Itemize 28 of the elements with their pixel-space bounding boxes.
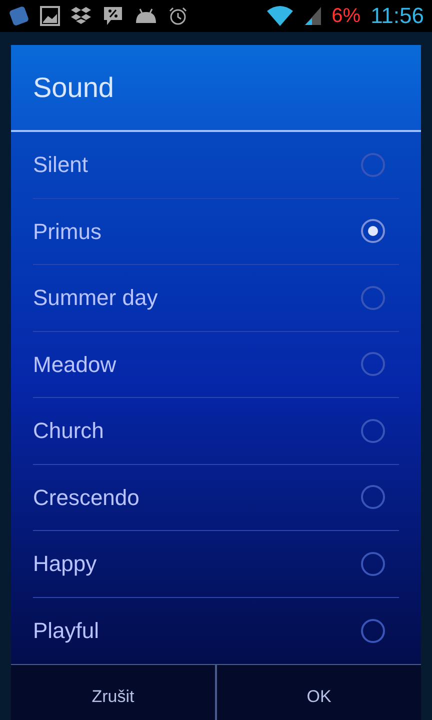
- ok-button[interactable]: OK: [215, 665, 421, 720]
- signal-icon: [304, 6, 322, 26]
- radio-button[interactable]: [361, 618, 385, 643]
- sound-option[interactable]: Summer day: [33, 265, 399, 332]
- radio-button[interactable]: [361, 352, 385, 376]
- radio-button[interactable]: [361, 485, 385, 510]
- dialog-title: Sound: [33, 70, 114, 104]
- sound-option[interactable]: Happy: [33, 531, 399, 598]
- radio-button[interactable]: [361, 219, 385, 244]
- sound-option[interactable]: Meadow: [33, 332, 399, 398]
- speech-bubble-icon: [102, 5, 124, 27]
- cancel-button[interactable]: Zrušit: [11, 665, 215, 720]
- wifi-icon: [266, 5, 294, 27]
- alarm-clock-icon: [168, 6, 188, 26]
- radio-button[interactable]: [361, 418, 385, 443]
- android-icon: [134, 7, 158, 25]
- sound-option[interactable]: Church: [33, 398, 399, 464]
- image-icon: [40, 6, 60, 26]
- dropbox-icon: [70, 6, 92, 26]
- battery-percent: 6%: [332, 6, 361, 26]
- clock: 11:56: [370, 5, 424, 27]
- sound-option[interactable]: Playful: [33, 598, 399, 664]
- sound-option[interactable]: Silent: [33, 132, 399, 198]
- radio-button[interactable]: [361, 552, 385, 576]
- radio-button[interactable]: [361, 152, 385, 177]
- sound-option[interactable]: Crescendo: [33, 464, 399, 531]
- radio-button[interactable]: [361, 286, 385, 310]
- sound-option[interactable]: Primus: [33, 198, 399, 265]
